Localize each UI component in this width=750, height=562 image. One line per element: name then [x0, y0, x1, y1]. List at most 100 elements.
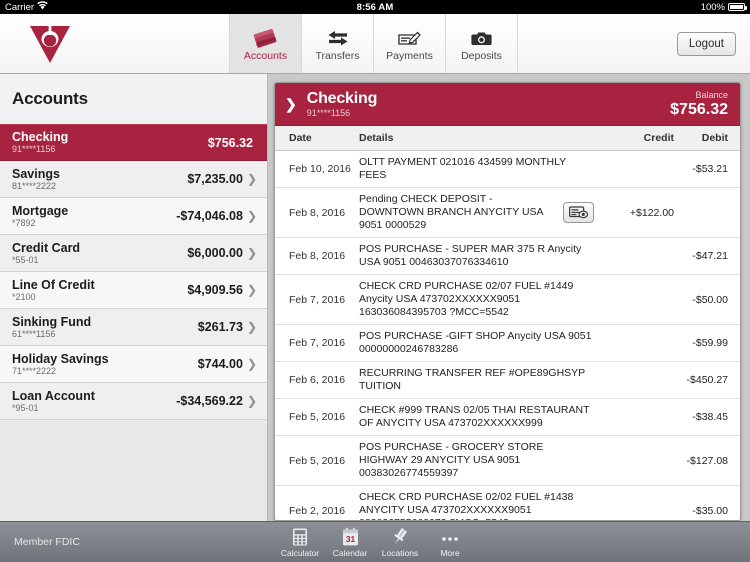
balance-block: Balance $756.32 — [670, 90, 728, 119]
check-pen-icon — [397, 26, 423, 48]
toolbar-item-calculator[interactable]: Calculator — [275, 527, 325, 558]
sidebar-account-row[interactable]: Mortgage *7892 -$74,046.08 ❯ — [0, 198, 267, 235]
sidebar-header: Accounts — [0, 74, 267, 124]
tab-payments[interactable]: Payments — [373, 14, 446, 73]
calculator-icon — [291, 527, 309, 547]
account-name: Savings — [12, 166, 60, 181]
sidebar-account-row[interactable]: Checking 91****1156 $756.32 — [0, 124, 267, 161]
transaction-date: Feb 6, 2016 — [289, 374, 346, 386]
camera-icon — [470, 26, 494, 48]
toolbar-items: Calculator 31 Calendar Locations More — [275, 527, 475, 558]
chevron-right-icon: ❯ — [246, 283, 257, 297]
tab-transfers[interactable]: Transfers — [301, 14, 374, 73]
transaction-description: CHECK CRD PURCHASE 02/02 FUEL #1438 ANYC… — [359, 491, 574, 520]
account-number: 81****2222 — [12, 180, 57, 191]
transaction-details-cell: CHECK CRD PURCHASE 02/02 FUEL #1438 ANYC… — [359, 491, 600, 520]
transaction-details-cell: POS PURCHASE - GROCERY STORE HIGHWAY 29 … — [359, 441, 600, 480]
status-time: 8:56 AM — [356, 1, 394, 13]
transaction-details-cell: CHECK #999 TRANS 02/05 THAI RESTAURANT O… — [359, 404, 600, 430]
transaction-row[interactable]: Feb 5, 2016 POS PURCHASE - GROCERY STORE … — [275, 436, 740, 486]
column-header-details: Details — [359, 132, 394, 144]
transaction-row[interactable]: Feb 7, 2016 POS PURCHASE -GIFT SHOP Anyci… — [275, 325, 740, 362]
transaction-description: POS PURCHASE -GIFT SHOP Anycity USA 9051… — [359, 330, 592, 355]
account-name: Holiday Savings — [12, 351, 109, 366]
transaction-details-cell: POS PURCHASE -GIFT SHOP Anycity USA 9051… — [359, 330, 600, 356]
chevron-right-icon: ❯ — [246, 172, 257, 186]
carrier-label: Carrier — [5, 1, 35, 13]
transaction-row[interactable]: Feb 2, 2016 CHECK CRD PURCHASE 02/02 FUEL… — [275, 486, 740, 520]
transaction-description: POS PURCHASE - GROCERY STORE HIGHWAY 29 … — [359, 441, 544, 479]
calendar-icon: 31 — [341, 527, 360, 547]
transaction-details-cell: Pending CHECK DEPOSIT - DOWNTOWN BRANCH … — [359, 193, 600, 232]
sidebar-account-row[interactable]: Line Of Credit *2100 $4,909.56 ❯ — [0, 272, 267, 309]
transaction-row[interactable]: Feb 8, 2016 Pending CHECK DEPOSIT - DOWNT… — [275, 188, 740, 238]
transaction-row[interactable]: Feb 10, 2016 OLTT PAYMENT 021016 434599 M… — [275, 151, 740, 188]
top-navigation-bar: Accounts Transfers Payments Deposits Log… — [0, 14, 750, 74]
account-balance: -$74,046.08 — [176, 209, 243, 223]
account-balance: $756.32 — [207, 135, 253, 150]
chevron-right-icon: ❯ — [246, 357, 257, 371]
transaction-date: Feb 8, 2016 — [289, 206, 346, 219]
sidebar-account-row[interactable]: Savings 81****2222 $7,235.00 ❯ — [0, 161, 267, 198]
account-name: Credit Card — [12, 240, 81, 255]
transaction-date: Feb 7, 2016 — [289, 337, 346, 349]
view-check-image-button[interactable] — [563, 202, 594, 223]
tab-transfers-label: Transfers — [315, 49, 360, 62]
transaction-list[interactable]: Feb 10, 2016 OLTT PAYMENT 021016 434599 M… — [275, 151, 740, 520]
status-bar: Carrier 8:56 AM 100% — [0, 0, 750, 14]
transaction-row[interactable]: Feb 6, 2016 RECURRING TRANSFER REF #OPE89… — [275, 362, 740, 399]
account-balance-block: $261.73 ❯ — [198, 320, 257, 334]
check-image-icon — [569, 206, 588, 219]
map-pin-icon — [390, 527, 410, 547]
transaction-column-headers: Date Details Credit Debit — [275, 126, 740, 151]
transaction-row[interactable]: Feb 7, 2016 CHECK CRD PURCHASE 02/07 FUEL… — [275, 275, 740, 325]
toolbar-item-locations[interactable]: Locations — [375, 527, 425, 558]
account-balance-block: $6,000.00 ❯ — [187, 246, 257, 260]
wifi-icon — [37, 1, 48, 13]
account-number: 91****1156 — [306, 107, 351, 118]
sidebar-account-row[interactable]: Holiday Savings 71****2222 $744.00 ❯ — [0, 346, 267, 383]
tab-payments-label: Payments — [386, 49, 433, 62]
transaction-description: CHECK #999 TRANS 02/05 THAI RESTAURANT O… — [359, 404, 590, 429]
sidebar-account-row[interactable]: Credit Card *55-01 $6,000.00 ❯ — [0, 235, 267, 272]
chevron-right-icon[interactable]: ❯ — [285, 96, 297, 113]
transaction-row[interactable]: Feb 8, 2016 POS PURCHASE - SUPER MAR 375 … — [275, 238, 740, 275]
toolbar-label-more: More — [440, 547, 460, 558]
transaction-date: Feb 7, 2016 — [289, 293, 346, 306]
balance-amount: $756.32 — [670, 100, 728, 118]
transaction-debit: -$35.00 — [692, 504, 728, 517]
transaction-debit: -$47.21 — [692, 250, 728, 262]
account-balance: $6,000.00 — [187, 246, 243, 260]
battery-full-icon — [728, 3, 747, 11]
tab-accounts[interactable]: Accounts — [229, 14, 302, 73]
accounts-sidebar: Accounts Checking 91****1156 $756.32 Saving… — [0, 74, 268, 521]
sidebar-account-row[interactable]: Sinking Fund 61****1156 $261.73 ❯ — [0, 309, 267, 346]
account-list: Checking 91****1156 $756.32 Savings 81****22… — [0, 124, 267, 420]
transaction-description: OLTT PAYMENT 021016 434599 MONTHLY FEES — [359, 156, 566, 181]
account-name-block: Mortgage *7892 — [12, 204, 68, 229]
transaction-details-cell: RECURRING TRANSFER REF #OPE89GHSYP TUITI… — [359, 367, 600, 393]
transactions-panel: ❯ Checking 91****1156 Balance $756.32 Da… — [274, 82, 741, 521]
transaction-details-cell: CHECK CRD PURCHASE 02/07 FUEL #1449 Anyc… — [359, 280, 600, 319]
transaction-credit: +$122.00 — [629, 206, 674, 219]
transaction-date: Feb 2, 2016 — [289, 504, 346, 517]
bottom-toolbar: Member FDIC Calculator 31 Calendar Locat… — [0, 521, 750, 562]
svg-text:31: 31 — [345, 534, 355, 544]
toolbar-item-more[interactable]: More — [425, 527, 475, 558]
transaction-debit: -$50.00 — [692, 293, 728, 306]
credit-cards-icon — [253, 26, 279, 48]
ellipsis-icon — [440, 527, 460, 547]
account-name: Sinking Fund — [12, 314, 92, 329]
app-screen: Carrier 8:56 AM 100% Accounts Transfers … — [0, 0, 750, 562]
toolbar-label-calendar: Calendar — [332, 547, 368, 558]
logout-button[interactable]: Logout — [676, 31, 736, 56]
tab-deposits[interactable]: Deposits — [445, 14, 518, 73]
transaction-description: POS PURCHASE - SUPER MAR 375 R Anycity U… — [359, 243, 582, 268]
sidebar-account-row[interactable]: Loan Account *95-01 -$34,569.22 ❯ — [0, 383, 267, 420]
toolbar-item-calendar[interactable]: 31 Calendar — [325, 527, 375, 558]
transaction-row[interactable]: Feb 5, 2016 CHECK #999 TRANS 02/05 THAI R… — [275, 399, 740, 436]
tab-deposits-label: Deposits — [461, 49, 502, 62]
battery-percent-label: 100% — [700, 1, 725, 13]
account-balance-block: $7,235.00 ❯ — [187, 172, 257, 186]
